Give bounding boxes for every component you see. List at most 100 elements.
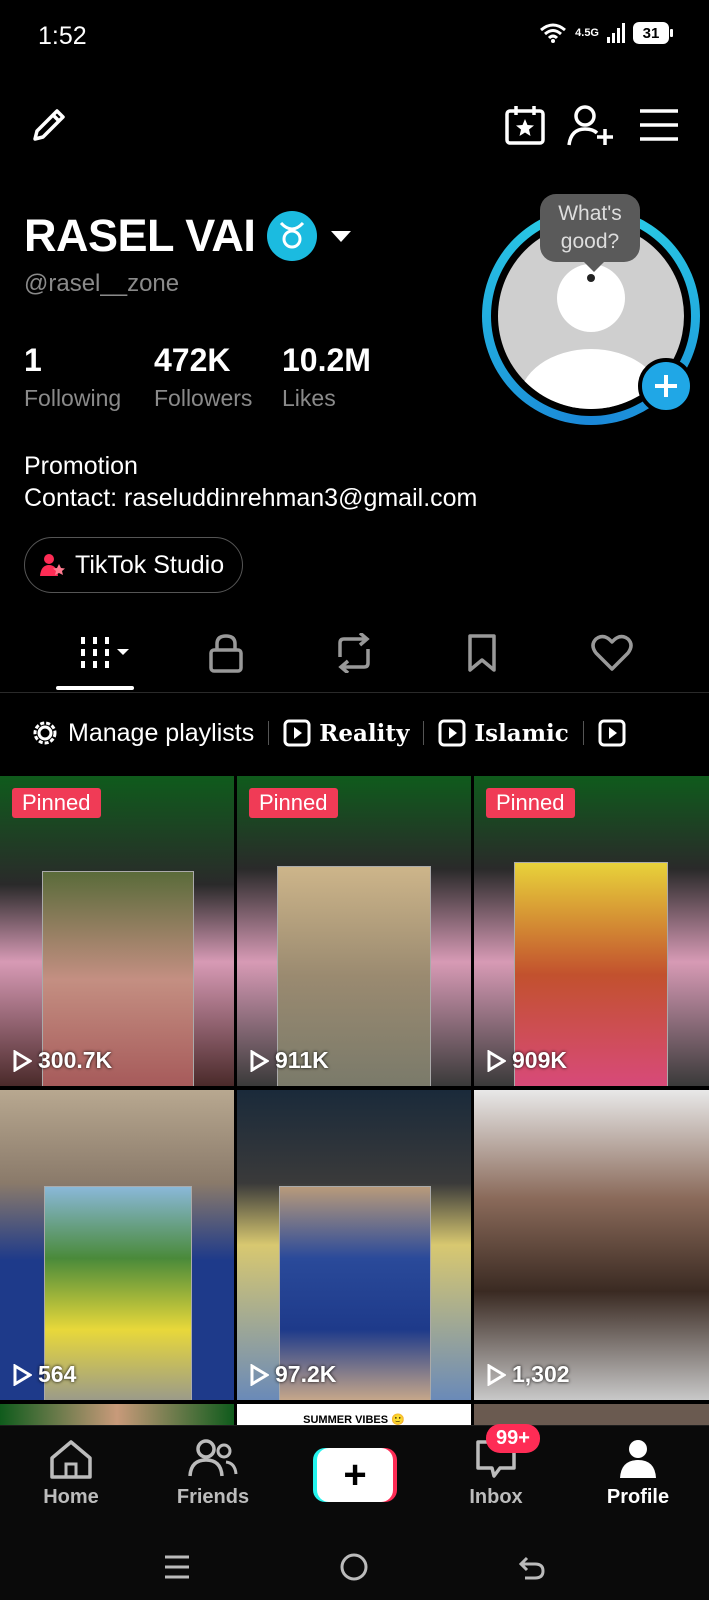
nav-home[interactable]: Home [11,1438,131,1509]
stat-followers-count: 472K [154,342,231,378]
stat-following[interactable]: 1 Following [24,342,121,412]
manage-playlists-label: Manage playlists [68,718,255,747]
profile-bio: Promotion Contact: raseluddinrehman3@gma… [24,450,477,514]
battery-icon: 31 [633,22,673,44]
play-icon [13,1049,32,1072]
create-button[interactable]: + [313,1448,397,1502]
home-circle-icon[interactable] [339,1552,369,1582]
gear-icon [33,721,57,745]
profile-icon [620,1440,656,1478]
video-thumbnail[interactable]: 1,302 [474,1090,709,1400]
profile-name-row[interactable]: RASEL VAI [24,210,353,262]
inbox-badge: 99+ [486,1424,540,1453]
play-icon [487,1363,506,1386]
add-story-plus-icon[interactable] [638,358,694,414]
zodiac-badge-icon [267,211,318,261]
nav-profile[interactable]: Profile [578,1438,698,1509]
tab-saved[interactable] [452,628,512,678]
create-plus-icon: + [317,1448,393,1502]
views-label: 300.7K [38,1047,113,1073]
view-count: 564 [12,1361,76,1388]
repost-icon [338,633,370,673]
playlist-label: Islamic [474,719,569,747]
dropdown-caret-icon[interactable] [329,228,353,244]
profile-handle: @rasel__zone [24,270,180,297]
tiktok-studio-button[interactable]: TikTok Studio [24,537,244,593]
system-nav-bar [0,1530,709,1600]
recents-icon[interactable] [162,1552,192,1582]
active-tab-indicator [56,686,134,690]
view-count: 1,302 [486,1361,570,1388]
status-icons: 4.5G 31 [539,22,673,44]
wifi-icon [540,23,567,43]
status-bubble[interactable]: What's good? [540,194,640,272]
view-count: 97.2K [249,1361,336,1388]
status-bar: 1:52 4.5G 31 [0,0,709,75]
playlists-row: Manage playlists Reality Islamic [0,708,709,758]
views-label: 911K [275,1047,329,1073]
nav-friends[interactable]: Friends [153,1438,273,1509]
stat-following-label: Following [24,385,122,411]
manage-playlists-button[interactable]: Manage playlists [0,718,268,748]
network-type: 4.5G [575,26,599,39]
tab-videos[interactable] [70,628,140,678]
views-label: 1,302 [512,1361,570,1387]
playlist-play-icon [598,719,626,747]
friends-icon [188,1439,238,1477]
edit-pencil-icon[interactable] [24,100,74,150]
nav-friends-label: Friends [176,1486,250,1508]
tab-reposts[interactable] [324,628,384,678]
add-friend-icon[interactable] [566,100,616,150]
profile-tabs [0,620,709,693]
video-thumbnail[interactable]: 564 [0,1090,234,1400]
studio-label: TikTok Studio [75,550,225,579]
menu-icon[interactable] [634,100,684,150]
nav-inbox-label: Inbox [469,1486,523,1508]
playlist-play-icon [283,719,311,747]
view-count: 300.7K [12,1047,112,1074]
pinned-badge: Pinned [486,788,575,818]
calendar-star-icon[interactable] [500,100,550,150]
back-icon[interactable] [517,1552,547,1582]
studio-people-icon [40,554,65,576]
playlist-more[interactable] [584,719,640,747]
views-label: 909K [512,1047,567,1073]
views-label: 564 [38,1361,77,1387]
stat-likes-label: Likes [282,385,336,411]
stat-following-count: 1 [24,342,42,378]
view-count: 909K [486,1047,567,1074]
bookmark-icon [468,634,496,672]
bubble-line-2: good? [560,230,620,253]
profile-name: RASEL VAI [24,210,256,261]
playlist-play-icon [438,719,466,747]
status-time: 1:52 [38,22,87,50]
views-label: 97.2K [275,1361,337,1387]
home-icon [50,1440,92,1479]
playlist-islamic[interactable]: Islamic [424,719,582,747]
play-icon [487,1049,506,1072]
bottom-nav: Home Friends + Inbox 99+ Profile [0,1424,709,1531]
video-thumbnail[interactable]: 97.2K [237,1090,471,1400]
playlist-reality[interactable]: Reality [269,719,423,747]
play-icon [13,1363,32,1386]
play-icon [250,1363,269,1386]
tab-liked[interactable] [582,628,642,678]
lock-icon [209,634,243,673]
stat-followers[interactable]: 472K Followers [154,342,252,412]
video-thumbnail[interactable]: Pinned 909K [474,776,709,1086]
playlist-label: Reality [319,719,410,747]
nav-home-label: Home [43,1486,99,1508]
bubble-line-1: What's [558,202,622,225]
tab-private[interactable] [196,628,256,678]
pinned-badge: Pinned [12,788,101,818]
nav-profile-label: Profile [606,1486,670,1508]
videos-grid-icon [81,637,129,668]
video-thumbnail[interactable]: Pinned 300.7K [0,776,234,1086]
stat-likes[interactable]: 10.2M Likes [282,342,371,412]
signal-icon [607,23,625,43]
stat-followers-label: Followers [154,385,253,411]
heart-icon [591,634,633,671]
play-icon [250,1049,269,1072]
pinned-badge: Pinned [249,788,338,818]
video-thumbnail[interactable]: Pinned 911K [237,776,471,1086]
